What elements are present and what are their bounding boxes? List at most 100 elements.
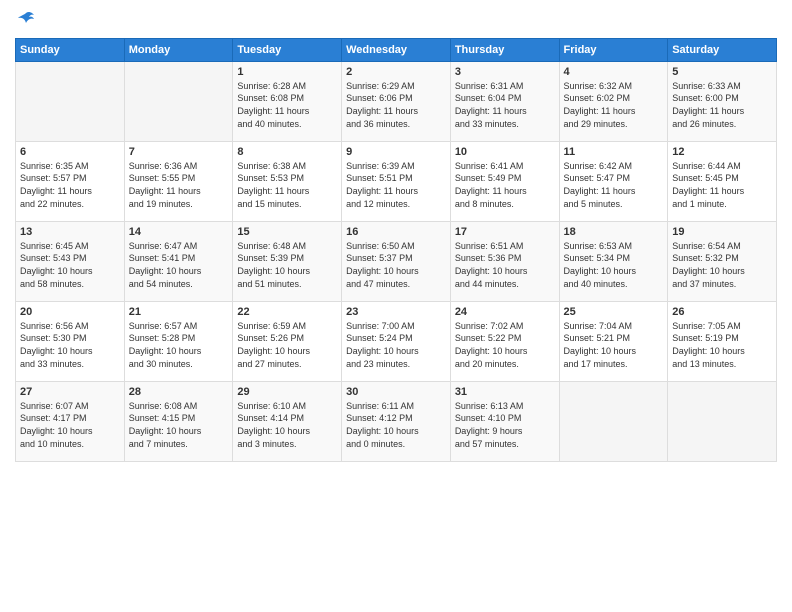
calendar-cell: 9 Sunrise: 6:39 AM Sunset: 5:51 PM Daylig… xyxy=(342,141,451,221)
day-detail: Sunrise: 6:31 AM Sunset: 6:04 PM Dayligh… xyxy=(455,80,555,130)
day-detail: Sunrise: 6:56 AM Sunset: 5:30 PM Dayligh… xyxy=(20,320,120,370)
day-number: 28 xyxy=(129,386,229,398)
col-header-tuesday: Tuesday xyxy=(233,38,342,61)
day-detail: Sunrise: 6:13 AM Sunset: 4:10 PM Dayligh… xyxy=(455,400,555,450)
day-number: 15 xyxy=(237,226,337,238)
calendar-cell: 23 Sunrise: 7:00 AM Sunset: 5:24 PM Dayli… xyxy=(342,301,451,381)
day-number: 16 xyxy=(346,226,446,238)
day-detail: Sunrise: 6:35 AM Sunset: 5:57 PM Dayligh… xyxy=(20,160,120,210)
day-detail: Sunrise: 6:28 AM Sunset: 6:08 PM Dayligh… xyxy=(237,80,337,130)
calendar-cell: 19 Sunrise: 6:54 AM Sunset: 5:32 PM Dayli… xyxy=(668,221,777,301)
col-header-monday: Monday xyxy=(124,38,233,61)
calendar-cell: 17 Sunrise: 6:51 AM Sunset: 5:36 PM Dayli… xyxy=(450,221,559,301)
day-number: 10 xyxy=(455,146,555,158)
calendar-cell: 1 Sunrise: 6:28 AM Sunset: 6:08 PM Daylig… xyxy=(233,61,342,141)
calendar-cell: 29 Sunrise: 6:10 AM Sunset: 4:14 PM Dayli… xyxy=(233,381,342,461)
calendar-cell xyxy=(124,61,233,141)
day-detail: Sunrise: 6:42 AM Sunset: 5:47 PM Dayligh… xyxy=(564,160,664,210)
day-number: 6 xyxy=(20,146,120,158)
logo xyxy=(15,10,34,30)
col-header-sunday: Sunday xyxy=(16,38,125,61)
calendar-cell: 15 Sunrise: 6:48 AM Sunset: 5:39 PM Dayli… xyxy=(233,221,342,301)
day-number: 12 xyxy=(672,146,772,158)
col-header-friday: Friday xyxy=(559,38,668,61)
day-detail: Sunrise: 6:11 AM Sunset: 4:12 PM Dayligh… xyxy=(346,400,446,450)
calendar-cell: 21Sunrise: 6:57 AM Sunset: 5:28 PM Dayli… xyxy=(124,301,233,381)
day-detail: Sunrise: 6:32 AM Sunset: 6:02 PM Dayligh… xyxy=(564,80,664,130)
day-number: 11 xyxy=(564,146,664,158)
calendar-cell: 16 Sunrise: 6:50 AM Sunset: 5:37 PM Dayli… xyxy=(342,221,451,301)
calendar-cell: 22 Sunrise: 6:59 AM Sunset: 5:26 PM Dayli… xyxy=(233,301,342,381)
calendar-cell: 2 Sunrise: 6:29 AM Sunset: 6:06 PM Daylig… xyxy=(342,61,451,141)
day-number: 24 xyxy=(455,306,555,318)
day-detail: Sunrise: 6:41 AM Sunset: 5:49 PM Dayligh… xyxy=(455,160,555,210)
day-number: 26 xyxy=(672,306,772,318)
day-number: 22 xyxy=(237,306,337,318)
day-detail: Sunrise: 6:39 AM Sunset: 5:51 PM Dayligh… xyxy=(346,160,446,210)
col-header-saturday: Saturday xyxy=(668,38,777,61)
calendar-cell: 8 Sunrise: 6:38 AM Sunset: 5:53 PM Daylig… xyxy=(233,141,342,221)
day-number: 4 xyxy=(564,66,664,78)
day-number: 19 xyxy=(672,226,772,238)
day-number: 31 xyxy=(455,386,555,398)
logo-bird-icon xyxy=(16,11,36,29)
day-number: 13 xyxy=(20,226,120,238)
calendar-cell xyxy=(559,381,668,461)
calendar-cell: 14 Sunrise: 6:47 AM Sunset: 5:41 PM Dayli… xyxy=(124,221,233,301)
calendar-cell: 31 Sunrise: 6:13 AM Sunset: 4:10 PM Dayli… xyxy=(450,381,559,461)
day-detail: Sunrise: 6:54 AM Sunset: 5:32 PM Dayligh… xyxy=(672,240,772,290)
day-detail: Sunrise: 7:00 AM Sunset: 5:24 PM Dayligh… xyxy=(346,320,446,370)
day-detail: Sunrise: 6:29 AM Sunset: 6:06 PM Dayligh… xyxy=(346,80,446,130)
day-detail: Sunrise: 6:36 AM Sunset: 5:55 PM Dayligh… xyxy=(129,160,229,210)
calendar-cell: 28 Sunrise: 6:08 AM Sunset: 4:15 PM Dayli… xyxy=(124,381,233,461)
day-number: 9 xyxy=(346,146,446,158)
day-number: 30 xyxy=(346,386,446,398)
day-detail: Sunrise: 6:10 AM Sunset: 4:14 PM Dayligh… xyxy=(237,400,337,450)
day-detail: Sunrise: 6:51 AM Sunset: 5:36 PM Dayligh… xyxy=(455,240,555,290)
calendar-cell: 26Sunrise: 7:05 AM Sunset: 5:19 PM Dayli… xyxy=(668,301,777,381)
col-header-thursday: Thursday xyxy=(450,38,559,61)
calendar-cell: 3 Sunrise: 6:31 AM Sunset: 6:04 PM Daylig… xyxy=(450,61,559,141)
day-number: 8 xyxy=(237,146,337,158)
day-detail: Sunrise: 6:44 AM Sunset: 5:45 PM Dayligh… xyxy=(672,160,772,210)
day-number: 3 xyxy=(455,66,555,78)
day-detail: Sunrise: 6:53 AM Sunset: 5:34 PM Dayligh… xyxy=(564,240,664,290)
day-number: 18 xyxy=(564,226,664,238)
calendar-cell: 20Sunrise: 6:56 AM Sunset: 5:30 PM Dayli… xyxy=(16,301,125,381)
calendar-cell: 7 Sunrise: 6:36 AM Sunset: 5:55 PM Daylig… xyxy=(124,141,233,221)
day-number: 23 xyxy=(346,306,446,318)
col-header-wednesday: Wednesday xyxy=(342,38,451,61)
day-detail: Sunrise: 7:02 AM Sunset: 5:22 PM Dayligh… xyxy=(455,320,555,370)
calendar-cell xyxy=(668,381,777,461)
day-detail: Sunrise: 6:59 AM Sunset: 5:26 PM Dayligh… xyxy=(237,320,337,370)
day-detail: Sunrise: 6:33 AM Sunset: 6:00 PM Dayligh… xyxy=(672,80,772,130)
calendar-cell: 12 Sunrise: 6:44 AM Sunset: 5:45 PM Dayli… xyxy=(668,141,777,221)
day-number: 17 xyxy=(455,226,555,238)
day-detail: Sunrise: 6:08 AM Sunset: 4:15 PM Dayligh… xyxy=(129,400,229,450)
day-number: 25 xyxy=(564,306,664,318)
calendar-cell: 11 Sunrise: 6:42 AM Sunset: 5:47 PM Dayli… xyxy=(559,141,668,221)
day-detail: Sunrise: 6:38 AM Sunset: 5:53 PM Dayligh… xyxy=(237,160,337,210)
calendar-cell: 27 Sunrise: 6:07 AM Sunset: 4:17 PM Dayli… xyxy=(16,381,125,461)
calendar-cell xyxy=(16,61,125,141)
day-number: 21 xyxy=(129,306,229,318)
day-number: 14 xyxy=(129,226,229,238)
day-detail: Sunrise: 6:50 AM Sunset: 5:37 PM Dayligh… xyxy=(346,240,446,290)
day-detail: Sunrise: 6:48 AM Sunset: 5:39 PM Dayligh… xyxy=(237,240,337,290)
day-detail: Sunrise: 7:04 AM Sunset: 5:21 PM Dayligh… xyxy=(564,320,664,370)
calendar-cell: 30 Sunrise: 6:11 AM Sunset: 4:12 PM Dayli… xyxy=(342,381,451,461)
calendar-table: SundayMondayTuesdayWednesdayThursdayFrid… xyxy=(15,38,777,462)
day-number: 5 xyxy=(672,66,772,78)
day-detail: Sunrise: 6:07 AM Sunset: 4:17 PM Dayligh… xyxy=(20,400,120,450)
calendar-cell: 10 Sunrise: 6:41 AM Sunset: 5:49 PM Dayli… xyxy=(450,141,559,221)
day-number: 29 xyxy=(237,386,337,398)
day-number: 2 xyxy=(346,66,446,78)
day-detail: Sunrise: 6:47 AM Sunset: 5:41 PM Dayligh… xyxy=(129,240,229,290)
calendar-cell: 13Sunrise: 6:45 AM Sunset: 5:43 PM Dayli… xyxy=(16,221,125,301)
calendar-cell: 18 Sunrise: 6:53 AM Sunset: 5:34 PM Dayli… xyxy=(559,221,668,301)
day-number: 1 xyxy=(237,66,337,78)
calendar-cell: 25 Sunrise: 7:04 AM Sunset: 5:21 PM Dayli… xyxy=(559,301,668,381)
day-number: 27 xyxy=(20,386,120,398)
calendar-cell: 24 Sunrise: 7:02 AM Sunset: 5:22 PM Dayli… xyxy=(450,301,559,381)
day-number: 7 xyxy=(129,146,229,158)
